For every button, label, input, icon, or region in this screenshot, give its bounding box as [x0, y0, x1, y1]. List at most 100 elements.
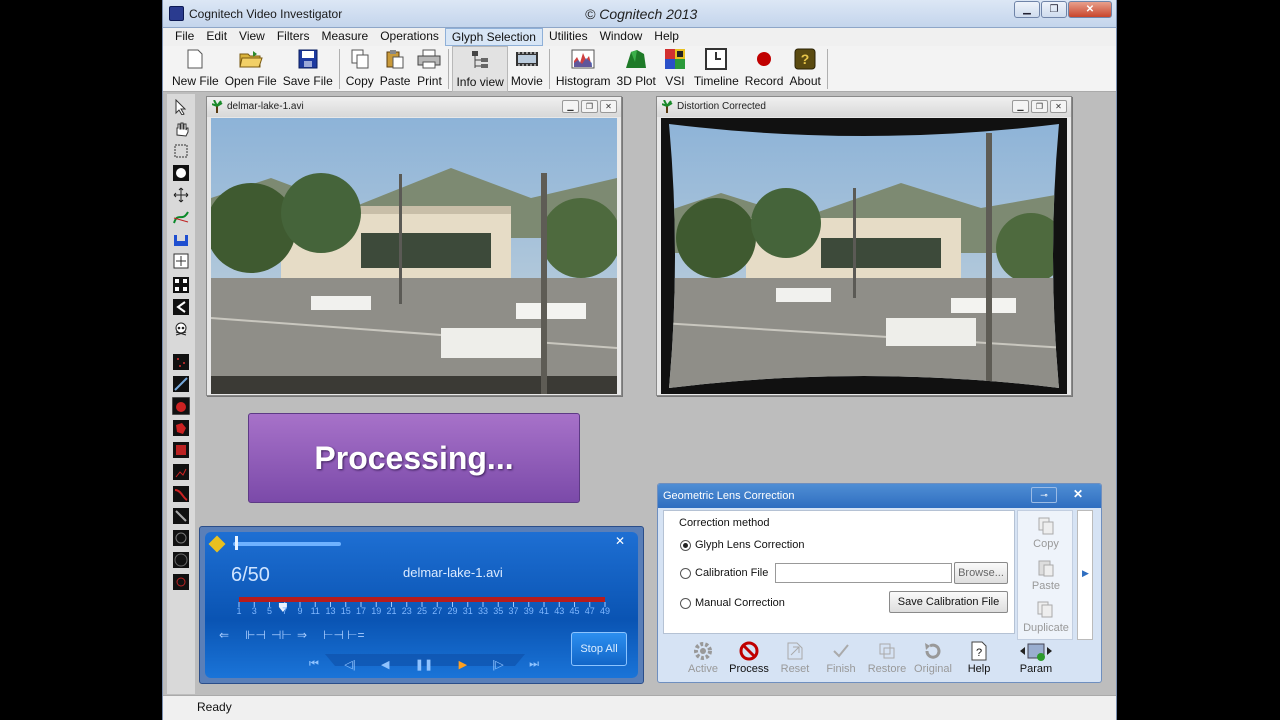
minimize-button[interactable]: ▁	[1014, 1, 1040, 18]
menu-filters[interactable]: Filters	[271, 28, 316, 46]
side-duplicate-action[interactable]: Duplicate	[1018, 601, 1074, 634]
child-maximize-button[interactable]: ❐	[581, 100, 598, 113]
mark-out-icon[interactable]: ⊢⊣	[323, 628, 344, 642]
new-file-button[interactable]: New File	[169, 46, 222, 92]
zoom-region-tool-icon[interactable]	[172, 252, 190, 270]
forward-step-icon[interactable]: |▷	[492, 658, 503, 674]
red-shape-tool-icon[interactable]	[172, 419, 190, 437]
skull-tool-icon[interactable]	[172, 320, 190, 338]
scatter-tool-icon[interactable]	[172, 463, 190, 481]
source-video-window[interactable]: delmar-lake-1.avi ▁ ❐ ✕	[206, 96, 622, 396]
rectangle-select-tool-icon[interactable]	[172, 142, 190, 160]
stop-all-button[interactable]: Stop All	[571, 632, 627, 666]
go-last-icon[interactable]: ⏭	[529, 658, 539, 674]
pause-icon[interactable]: ❚❚	[415, 658, 433, 674]
record-button[interactable]: Record	[742, 46, 787, 92]
red-blob-tool-icon[interactable]	[172, 397, 190, 415]
paste-button[interactable]: Paste	[377, 46, 414, 92]
manual-correction-radio[interactable]	[680, 598, 691, 609]
play-reverse-icon[interactable]: ◀	[381, 658, 389, 674]
print-button[interactable]: Print	[413, 46, 445, 92]
help-action[interactable]: ? Help	[956, 639, 1002, 675]
menu-operations[interactable]: Operations	[374, 28, 445, 46]
noise-filter-tool-icon[interactable]	[172, 353, 190, 371]
undo-circle-icon	[910, 639, 956, 663]
active-action[interactable]: Active	[680, 639, 726, 675]
menu-glyph-selection[interactable]: Glyph Selection	[444, 28, 543, 46]
step-forward-icon[interactable]: ⇒	[297, 628, 307, 642]
browse-button[interactable]: Browse...	[954, 562, 1008, 584]
red-square-tool-icon[interactable]	[172, 441, 190, 459]
menu-help[interactable]: Help	[648, 28, 685, 46]
move-tool-icon[interactable]	[172, 186, 190, 204]
restore-action[interactable]: Restore	[864, 639, 910, 675]
mark-in-icon[interactable]: ⊩⊣	[245, 628, 266, 642]
side-copy-action[interactable]: Copy	[1018, 517, 1074, 550]
menu-view[interactable]: View	[233, 28, 271, 46]
timeline-tick-label: 5	[266, 606, 273, 616]
child-maximize-button[interactable]: ❐	[1031, 100, 1048, 113]
finish-action[interactable]: Finish	[818, 639, 864, 675]
arrow-back-tool-icon[interactable]	[172, 298, 190, 316]
cursor-line-tool-icon[interactable]	[172, 507, 190, 525]
player-close-button[interactable]: ✕	[605, 534, 635, 548]
about-button[interactable]: ? About	[786, 46, 823, 92]
ellipse-select-tool-icon[interactable]	[172, 164, 190, 182]
child-minimize-button[interactable]: ▁	[562, 100, 579, 113]
maximize-button[interactable]: ❐	[1041, 1, 1067, 18]
plot-3d-button[interactable]: 3D Plot	[614, 46, 659, 92]
geometric-lens-correction-dialog: Geometric Lens Correction ⊸ ✕ Correction…	[657, 483, 1102, 683]
dark-circle-tool-icon[interactable]	[172, 529, 190, 547]
histogram-button[interactable]: Histogram	[553, 46, 614, 92]
calibration-file-input[interactable]	[775, 563, 952, 583]
fill-tool-icon[interactable]	[172, 230, 190, 248]
line-tool-icon[interactable]	[172, 375, 190, 393]
pin-icon[interactable]: ⊸	[1031, 487, 1057, 503]
save-file-button[interactable]: Save File	[280, 46, 336, 92]
menu-window[interactable]: Window	[594, 28, 649, 46]
menu-file[interactable]: File	[169, 28, 200, 46]
timeline-button[interactable]: Timeline	[691, 46, 742, 92]
hand-pan-tool-icon[interactable]	[172, 120, 190, 138]
open-file-button[interactable]: Open File	[222, 46, 280, 92]
glyph-lens-radio[interactable]	[680, 540, 691, 551]
grid-pattern-tool-icon[interactable]	[172, 276, 190, 294]
reset-action[interactable]: Reset	[772, 639, 818, 675]
menu-utilities[interactable]: Utilities	[543, 28, 594, 46]
film-strip-icon	[514, 48, 540, 70]
child-close-button[interactable]: ✕	[600, 100, 617, 113]
param-action[interactable]: Param	[1013, 639, 1059, 675]
lens-dialog-close-button[interactable]: ✕	[1065, 487, 1091, 503]
menu-measure[interactable]: Measure	[316, 28, 375, 46]
go-first-icon[interactable]: ⏮	[309, 658, 319, 674]
dark-circle-tool-icon-2[interactable]	[172, 551, 190, 569]
corrected-video-window[interactable]: Distortion Corrected ▁ ❐ ✕	[656, 96, 1072, 396]
calibration-file-radio[interactable]	[680, 568, 691, 579]
child-minimize-button[interactable]: ▁	[1012, 100, 1029, 113]
info-view-button[interactable]: Info view	[452, 46, 508, 92]
process-action[interactable]: Process	[726, 639, 772, 675]
timeline-tick-label: 17	[355, 606, 367, 616]
expand-arrow-icon[interactable]: ▶	[1082, 568, 1089, 579]
side-paste-action[interactable]: Paste	[1018, 559, 1074, 592]
movie-button[interactable]: Movie	[508, 46, 546, 92]
open-file-label: Open File	[224, 74, 277, 88]
save-calibration-button[interactable]: Save Calibration File	[889, 591, 1008, 613]
close-button[interactable]: ✕	[1068, 1, 1112, 18]
mark-range-icon[interactable]: ⊣⊢	[271, 628, 292, 642]
pointer-tool-icon[interactable]	[172, 98, 190, 116]
original-action[interactable]: Original	[910, 639, 956, 675]
play-icon[interactable]: ▶	[459, 658, 467, 674]
jump-end-icon[interactable]: ⊢=	[347, 628, 364, 642]
side-duplicate-label: Duplicate	[1023, 622, 1069, 634]
restore-icon	[864, 639, 910, 663]
step-back-icon[interactable]: ⇐	[219, 628, 229, 642]
curve-red-tool-icon[interactable]	[172, 485, 190, 503]
curve-tool-icon[interactable]	[172, 208, 190, 226]
menu-edit[interactable]: Edit	[200, 28, 233, 46]
vsi-button[interactable]: VSI	[659, 46, 691, 92]
red-dot-tool-icon[interactable]	[172, 573, 190, 591]
child-close-button[interactable]: ✕	[1050, 100, 1067, 113]
copy-button[interactable]: Copy	[343, 46, 377, 92]
rewind-step-icon[interactable]: ◁|	[344, 658, 355, 674]
